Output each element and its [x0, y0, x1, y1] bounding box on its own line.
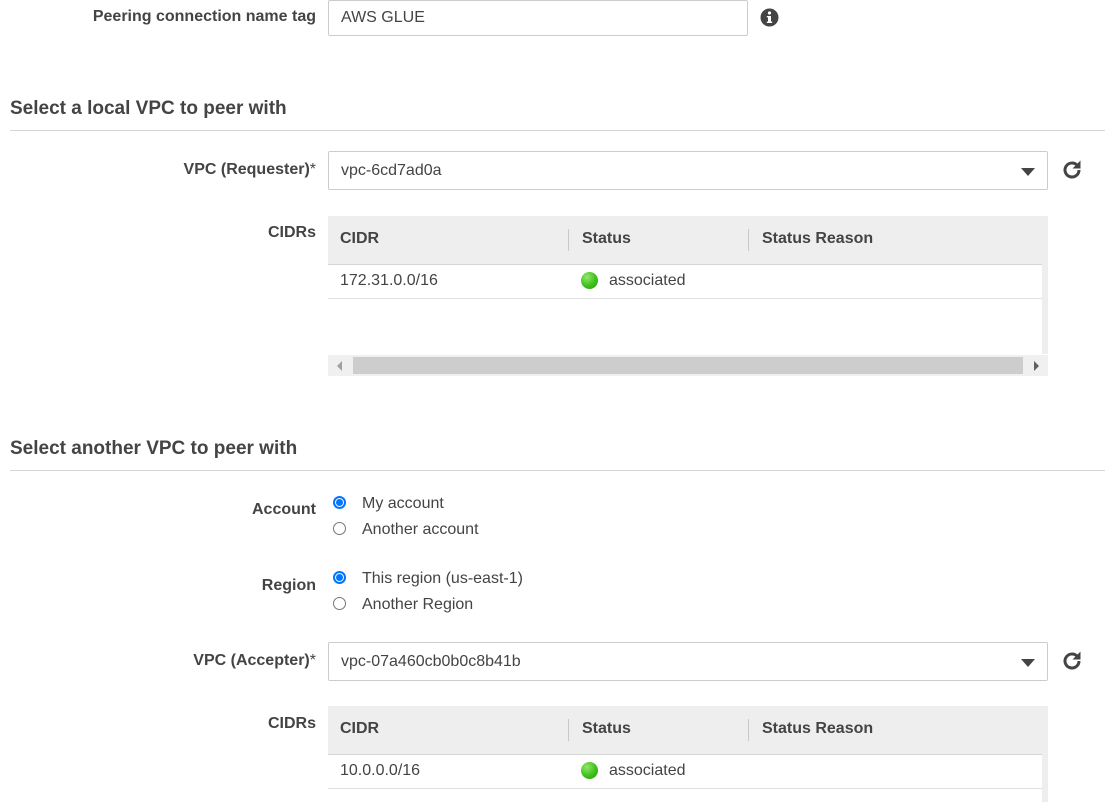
column-divider — [568, 229, 569, 251]
column-header-status[interactable]: Status — [582, 230, 631, 248]
column-header-status-reason[interactable]: Status Reason — [762, 720, 873, 738]
requester-vpc-value: vpc-6cd7ad0a — [341, 162, 442, 179]
scrollbar-thumb[interactable] — [353, 357, 1023, 374]
info-icon[interactable] — [760, 8, 779, 27]
region-label: Region — [261, 577, 316, 594]
cidr-cell: 172.31.0.0/16 — [340, 272, 438, 289]
requester-vpc-select[interactable]: vpc-6cd7ad0a — [328, 151, 1048, 190]
column-header-cidr[interactable]: CIDR — [340, 230, 379, 248]
column-header-status[interactable]: Status — [582, 720, 631, 738]
caret-down-icon — [1021, 168, 1035, 176]
local-section-title: Select a local VPC to peer with — [10, 98, 287, 119]
radio-label-another-region[interactable]: Another Region — [362, 596, 473, 614]
cidr-cell: 10.0.0.0/16 — [340, 762, 421, 779]
radio-label-this-region[interactable]: This region (us-east-1) — [362, 570, 523, 588]
another-section-divider — [10, 470, 1105, 471]
scroll-left-arrow-icon[interactable] — [337, 361, 342, 371]
accepter-cidrs-label: CIDRs — [267, 715, 316, 732]
name-tag-input[interactable] — [328, 0, 748, 36]
horizontal-scrollbar[interactable] — [328, 355, 1048, 376]
accepter-vpc-select[interactable]: vpc-07a460cb0b0c8b41b — [328, 642, 1048, 681]
requester-cidrs-label: CIDRs — [267, 224, 316, 241]
accepter-vpc-value: vpc-07a460cb0b0c8b41b — [341, 653, 521, 670]
another-section-title: Select another VPC to peer with — [10, 438, 298, 459]
local-section-divider — [10, 130, 1105, 131]
radio-another-region[interactable] — [333, 597, 346, 610]
radio-label-my-account[interactable]: My account — [362, 495, 444, 513]
accepter-cidr-table: CIDR Status Status Reason 10.0.0.0/16 as… — [328, 706, 1048, 802]
table-header: CIDR Status Status Reason — [328, 706, 1048, 755]
status-cell: associated — [609, 272, 686, 289]
name-tag-label: Peering connection name tag — [92, 8, 316, 25]
vertical-scrollbar[interactable] — [1042, 264, 1048, 354]
status-cell: associated — [609, 762, 686, 779]
column-divider — [568, 719, 569, 741]
column-divider — [748, 229, 749, 251]
account-label: Account — [252, 501, 316, 518]
refresh-icon[interactable] — [1060, 158, 1084, 182]
accepter-vpc-label: VPC (Accepter)* — [193, 652, 316, 669]
requester-vpc-label: VPC (Requester)* — [183, 161, 316, 178]
requester-cidr-table: CIDR Status Status Reason 172.31.0.0/16 … — [328, 216, 1048, 376]
table-header: CIDR Status Status Reason — [328, 216, 1048, 265]
column-header-status-reason[interactable]: Status Reason — [762, 230, 873, 248]
table-row[interactable]: 10.0.0.0/16 associated — [328, 754, 1042, 789]
radio-my-account[interactable] — [333, 496, 346, 509]
vertical-scrollbar[interactable] — [1042, 754, 1048, 802]
scroll-right-arrow-icon[interactable] — [1034, 361, 1039, 371]
radio-another-account[interactable] — [333, 522, 346, 535]
status-dot-icon — [581, 272, 598, 289]
caret-down-icon — [1021, 659, 1035, 667]
column-header-cidr[interactable]: CIDR — [340, 720, 379, 738]
table-row[interactable]: 172.31.0.0/16 associated — [328, 264, 1042, 299]
radio-this-region[interactable] — [333, 571, 346, 584]
refresh-icon[interactable] — [1060, 649, 1084, 673]
radio-label-another-account[interactable]: Another account — [362, 521, 479, 539]
status-dot-icon — [581, 762, 598, 779]
column-divider — [748, 719, 749, 741]
